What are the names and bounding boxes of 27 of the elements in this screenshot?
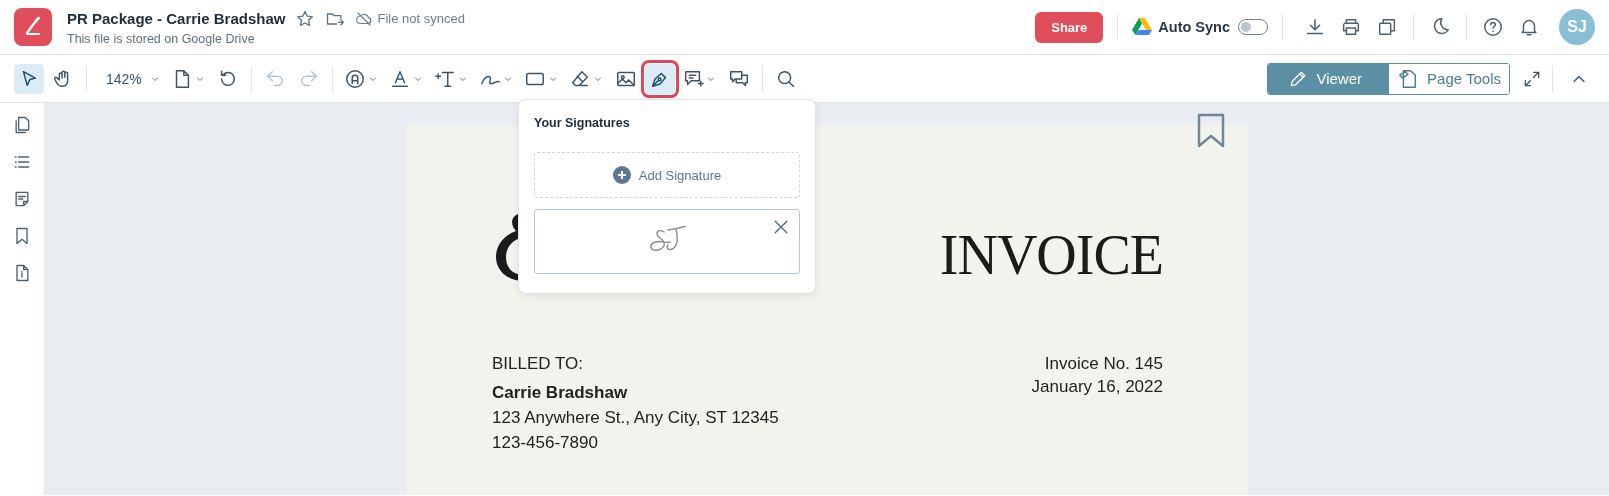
help-icon	[1482, 16, 1504, 38]
invoice-detail: January 16, 2022	[1031, 377, 1163, 397]
client-name: Carrie Bradshaw	[492, 383, 629, 403]
address-line: 123 Anywhere St., Any City, ST 12345	[492, 408, 779, 428]
auto-sync-label: Auto Sync	[1158, 19, 1230, 35]
bookmark-icon[interactable]	[1196, 113, 1226, 149]
share-button[interactable]: Share	[1035, 11, 1104, 43]
sync-status: File not synced	[377, 11, 465, 26]
popup-title: Your Signatures	[534, 116, 631, 130]
invoice-detail: Invoice No. 145	[1043, 354, 1163, 374]
app-logo-icon	[14, 8, 52, 46]
address-line: 123-456-7890	[492, 433, 599, 453]
drive-icon	[1132, 18, 1153, 36]
invoice-title: INVOICE	[939, 223, 1163, 287]
file-title: PR Package - Carrie Bradshaw	[67, 10, 286, 27]
print-icon	[1340, 16, 1362, 38]
add-signature-button[interactable]: Add Signature	[534, 152, 800, 198]
star-icon	[295, 8, 316, 29]
zoom-dropdown[interactable]: 142%	[95, 63, 164, 94]
mode-tab[interactable]: Page Tools	[1388, 63, 1509, 94]
mode-tab[interactable]: Viewer	[1268, 63, 1389, 94]
plus-circle-icon	[612, 166, 631, 184]
copy-icon	[1376, 16, 1398, 38]
stamp-icon	[343, 67, 366, 90]
billed-to-label: BILLED TO:	[492, 354, 585, 374]
file-location: This file is stored on Google Drive	[67, 31, 256, 46]
select-tool[interactable]	[14, 63, 44, 94]
